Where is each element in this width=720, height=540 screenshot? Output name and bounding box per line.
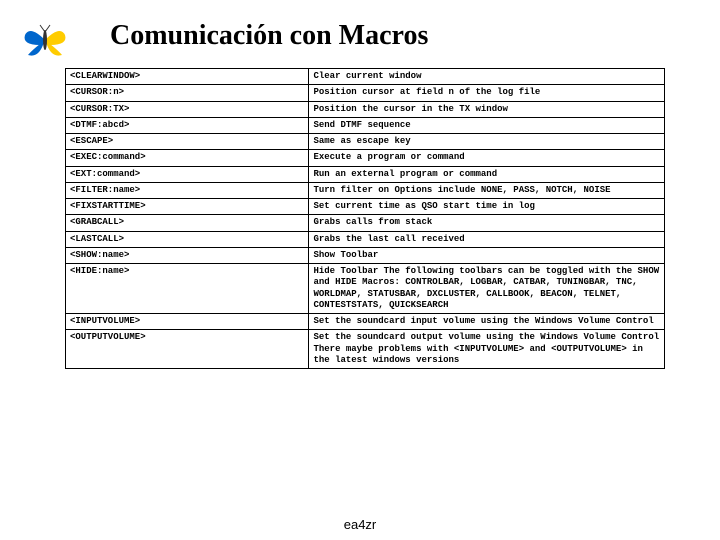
table-row: <SHOW:name>Show Toolbar (66, 247, 665, 263)
table-row: <HIDE:name>Hide Toolbar The following to… (66, 264, 665, 314)
table-row: <OUTPUTVOLUME>Set the soundcard output v… (66, 330, 665, 369)
macro-command: <DTMF:abcd> (66, 117, 309, 133)
macro-table: <CLEARWINDOW>Clear current window<CURSOR… (65, 68, 665, 369)
table-row: <CLEARWINDOW>Clear current window (66, 69, 665, 85)
macro-description: Show Toolbar (309, 247, 665, 263)
table-row: <CURSOR:TX>Position the cursor in the TX… (66, 101, 665, 117)
macro-command: <CURSOR:n> (66, 85, 309, 101)
macro-description: Position the cursor in the TX window (309, 101, 665, 117)
macro-description: Same as escape key (309, 134, 665, 150)
macro-description: Set the soundcard output volume using th… (309, 330, 665, 369)
macro-description: Execute a program or command (309, 150, 665, 166)
macro-command: <CURSOR:TX> (66, 101, 309, 117)
table-row: <FILTER:name>Turn filter on Options incl… (66, 182, 665, 198)
macro-command: <OUTPUTVOLUME> (66, 330, 309, 369)
macro-command: <HIDE:name> (66, 264, 309, 314)
macro-command: <GRABCALL> (66, 215, 309, 231)
macro-description: Clear current window (309, 69, 665, 85)
macro-description: Grabs the last call received (309, 231, 665, 247)
macro-command: <SHOW:name> (66, 247, 309, 263)
macro-command: <FILTER:name> (66, 182, 309, 198)
table-row: <GRABCALL>Grabs calls from stack (66, 215, 665, 231)
table-row: <ESCAPE>Same as escape key (66, 134, 665, 150)
logo-butterfly (20, 20, 70, 60)
macro-command: <CLEARWINDOW> (66, 69, 309, 85)
macro-command: <ESCAPE> (66, 134, 309, 150)
macro-description: Turn filter on Options include NONE, PAS… (309, 182, 665, 198)
macro-command: <INPUTVOLUME> (66, 314, 309, 330)
macro-description: Run an external program or command (309, 166, 665, 182)
page-title: Comunicación con Macros (110, 20, 428, 52)
table-row: <FIXSTARTTIME>Set current time as QSO st… (66, 199, 665, 215)
table-row: <LASTCALL>Grabs the last call received (66, 231, 665, 247)
table-row: <EXEC:command>Execute a program or comma… (66, 150, 665, 166)
macro-command: <LASTCALL> (66, 231, 309, 247)
macro-description: Position cursor at field n of the log fi… (309, 85, 665, 101)
macro-command: <FIXSTARTTIME> (66, 199, 309, 215)
macro-description: Set current time as QSO start time in lo… (309, 199, 665, 215)
macro-description: Send DTMF sequence (309, 117, 665, 133)
macro-description: Grabs calls from stack (309, 215, 665, 231)
table-row: <EXT:command>Run an external program or … (66, 166, 665, 182)
macro-description: Hide Toolbar The following toolbars can … (309, 264, 665, 314)
macro-command: <EXEC:command> (66, 150, 309, 166)
footer-text: ea4zr (0, 517, 720, 532)
table-row: <INPUTVOLUME>Set the soundcard input vol… (66, 314, 665, 330)
macro-description: Set the soundcard input volume using the… (309, 314, 665, 330)
table-row: <DTMF:abcd>Send DTMF sequence (66, 117, 665, 133)
table-row: <CURSOR:n>Position cursor at field n of … (66, 85, 665, 101)
macro-command: <EXT:command> (66, 166, 309, 182)
